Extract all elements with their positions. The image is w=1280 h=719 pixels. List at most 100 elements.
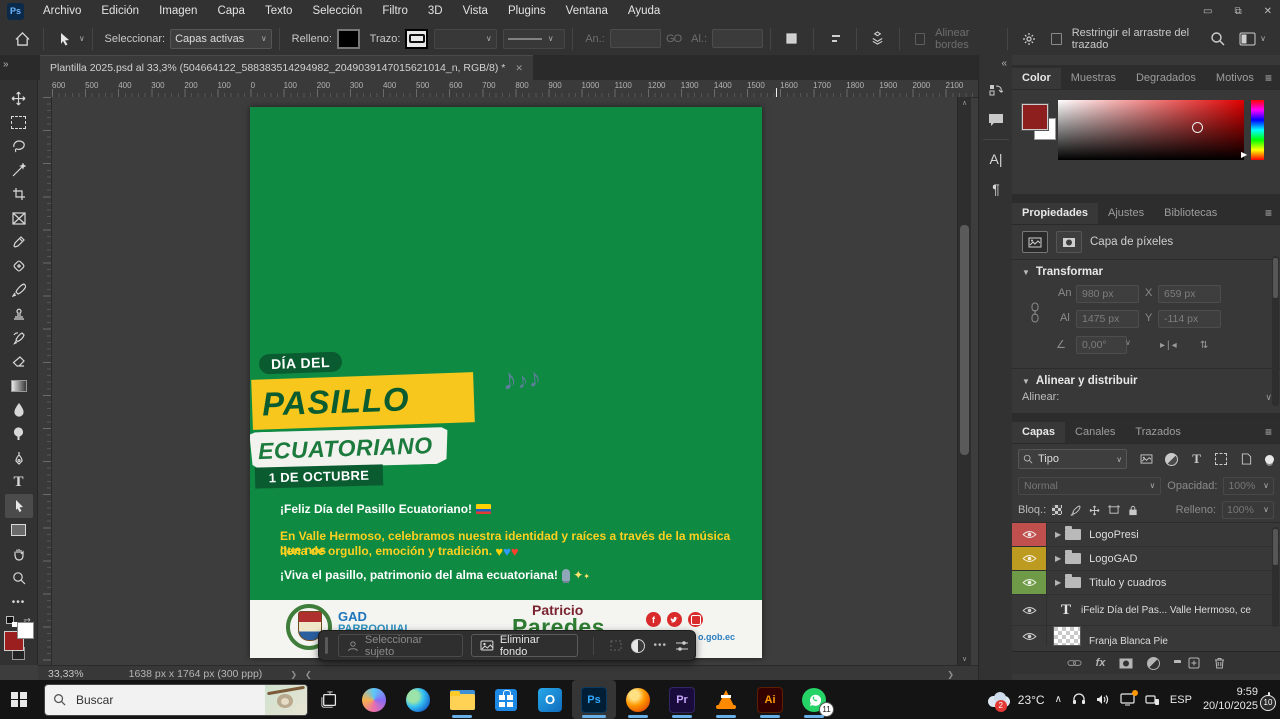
gradient-tool[interactable] bbox=[5, 374, 33, 398]
search-input[interactable] bbox=[74, 692, 238, 708]
visibility-eye-icon[interactable] bbox=[1012, 595, 1047, 625]
hand-tool[interactable] bbox=[5, 542, 33, 566]
tab-degradados[interactable]: Degradados bbox=[1126, 68, 1206, 89]
language-indicator[interactable]: ESP bbox=[1165, 694, 1197, 706]
remove-background-button[interactable]: Eliminar fondo bbox=[471, 634, 579, 657]
blur-tool[interactable] bbox=[5, 398, 33, 422]
tab-color[interactable]: Color bbox=[1012, 68, 1061, 89]
layer-row-logogad[interactable]: ▶ LogoGAD bbox=[1012, 547, 1280, 571]
crop-tool[interactable] bbox=[5, 182, 33, 206]
search-icon[interactable] bbox=[1210, 31, 1225, 46]
quick-selection-tool[interactable] bbox=[5, 158, 33, 182]
edge-icon[interactable] bbox=[396, 680, 440, 719]
constrain-path-checkbox[interactable] bbox=[1051, 33, 1061, 45]
link-dimensions-icon[interactable]: GO bbox=[666, 33, 681, 45]
volume-tray-icon[interactable] bbox=[1091, 693, 1115, 706]
document-tab[interactable]: Plantilla 2025.psd al 33,3% (504664122_5… bbox=[40, 55, 533, 80]
path-operations-icon[interactable] bbox=[778, 27, 806, 51]
color-panel-menu-icon[interactable]: ≡ bbox=[1265, 71, 1272, 85]
filter-adjustment-layers-icon[interactable] bbox=[1162, 450, 1182, 468]
status-arrow-right[interactable]: ❯ bbox=[290, 670, 297, 679]
clock[interactable]: 9:59 20/10/2025 bbox=[1197, 686, 1264, 714]
ctxbar-drag-handle[interactable] bbox=[325, 637, 328, 654]
tab-bibliotecas[interactable]: Bibliotecas bbox=[1154, 203, 1227, 224]
tab-trazados[interactable]: Trazados bbox=[1125, 422, 1190, 443]
workspace-switcher[interactable]: ∨ bbox=[1239, 32, 1266, 46]
flip-vertical-icon[interactable]: ⇅ bbox=[1200, 340, 1210, 351]
lock-pixels-icon[interactable] bbox=[1070, 505, 1081, 516]
layer-name[interactable]: Titulo y cuadros bbox=[1089, 577, 1166, 589]
layer-row-logopresi[interactable]: ▶ LogoPresi bbox=[1012, 523, 1280, 547]
screen-share-tray-icon[interactable] bbox=[1115, 693, 1140, 706]
new-adjustment-layer-icon[interactable] bbox=[1147, 657, 1160, 670]
filter-shape-layers-icon[interactable] bbox=[1211, 450, 1231, 468]
menu-item[interactable]: Edición bbox=[91, 0, 149, 22]
path-arrangement-icon[interactable] bbox=[864, 27, 892, 51]
lasso-tool[interactable] bbox=[5, 134, 33, 158]
status-arrow-left[interactable]: ❮ bbox=[305, 670, 312, 679]
visibility-eye-icon[interactable] bbox=[1012, 547, 1047, 570]
notification-center[interactable]: 10 bbox=[1264, 693, 1280, 707]
y-value[interactable]: -114 px bbox=[1158, 310, 1221, 328]
toolbar-collapse-icon[interactable]: » bbox=[3, 59, 9, 70]
group-expand-chevron[interactable]: ▶ bbox=[1055, 578, 1061, 587]
tray-expand-chevron[interactable]: ∧ bbox=[1050, 694, 1067, 705]
menu-item[interactable]: 3D bbox=[418, 0, 453, 22]
tab-propiedades[interactable]: Propiedades bbox=[1012, 203, 1098, 224]
tab-motivos[interactable]: Motivos bbox=[1206, 68, 1264, 89]
link-layers-icon[interactable] bbox=[1067, 659, 1082, 667]
clone-stamp-tool[interactable] bbox=[5, 302, 33, 326]
layers-scrollbar[interactable] bbox=[1272, 527, 1279, 627]
gear-icon[interactable] bbox=[1015, 27, 1043, 51]
current-tool-icon[interactable] bbox=[51, 27, 79, 51]
expand-panels-icon[interactable]: « bbox=[1001, 58, 1007, 69]
select-mode-dropdown[interactable]: Capas activas∨ bbox=[170, 29, 272, 49]
minimize-button[interactable]: ▭ bbox=[1203, 6, 1212, 17]
marquee-tool[interactable] bbox=[5, 110, 33, 134]
rectangle-tool[interactable] bbox=[5, 518, 33, 542]
brush-tool[interactable] bbox=[5, 278, 33, 302]
stroke-swatch[interactable] bbox=[405, 29, 428, 49]
file-explorer-icon[interactable] bbox=[440, 680, 484, 719]
notes-panel-icon[interactable] bbox=[984, 108, 1008, 132]
illustrator-icon[interactable]: Ai bbox=[748, 680, 792, 719]
close-window-button[interactable]: ✕ bbox=[1264, 6, 1272, 17]
hue-slider[interactable] bbox=[1251, 100, 1264, 160]
search-highlight-sloth-image[interactable] bbox=[265, 685, 307, 715]
tab-muestras[interactable]: Muestras bbox=[1061, 68, 1126, 89]
copilot-icon[interactable] bbox=[352, 680, 396, 719]
filter-smart-objects-icon[interactable] bbox=[1236, 450, 1256, 468]
lock-transparency-icon[interactable] bbox=[1052, 505, 1062, 515]
color-field[interactable] bbox=[1058, 100, 1244, 160]
delete-layer-icon[interactable] bbox=[1214, 657, 1225, 669]
edit-toolbar-icon[interactable]: ••• bbox=[5, 590, 33, 614]
path-alignment-icon[interactable] bbox=[821, 27, 849, 51]
zoom-level[interactable]: 33,33% bbox=[48, 668, 84, 680]
layer-name[interactable]: Franja Blanca Pie bbox=[1089, 636, 1168, 647]
firefox-icon[interactable] bbox=[616, 680, 660, 719]
layer-effects-icon[interactable]: fx bbox=[1096, 657, 1106, 669]
x-value[interactable]: 659 px bbox=[1158, 285, 1221, 303]
filter-type-layers-icon[interactable]: T bbox=[1187, 450, 1207, 468]
type-tool[interactable]: T bbox=[5, 470, 33, 494]
zoom-tool[interactable] bbox=[5, 566, 33, 590]
menu-item[interactable]: Vista bbox=[453, 0, 498, 22]
premiere-icon[interactable]: Pr bbox=[660, 680, 704, 719]
layer-name[interactable]: LogoGAD bbox=[1089, 553, 1137, 565]
tool-preset-chevron[interactable]: ∨ bbox=[79, 34, 85, 43]
visibility-eye-icon[interactable] bbox=[1012, 523, 1047, 546]
menu-item[interactable]: Texto bbox=[255, 0, 303, 22]
properties-sliders-icon[interactable] bbox=[675, 640, 689, 652]
tab-canales[interactable]: Canales bbox=[1065, 422, 1125, 443]
ruler-origin-corner[interactable] bbox=[38, 80, 53, 98]
fill-value[interactable]: 100%∨ bbox=[1222, 501, 1274, 519]
stroke-type-dropdown[interactable]: ∨ bbox=[503, 29, 566, 49]
properties-panel-menu-icon[interactable]: ≡ bbox=[1265, 206, 1272, 220]
filter-pixel-layers-icon[interactable] bbox=[1137, 450, 1157, 468]
eyedropper-tool[interactable] bbox=[5, 230, 33, 254]
menu-item[interactable]: Archivo bbox=[33, 0, 91, 22]
document-close-icon[interactable]: ✕ bbox=[515, 63, 523, 74]
headset-tray-icon[interactable] bbox=[1067, 693, 1091, 706]
height-input[interactable] bbox=[712, 29, 763, 48]
lock-artboard-icon[interactable] bbox=[1108, 505, 1120, 515]
